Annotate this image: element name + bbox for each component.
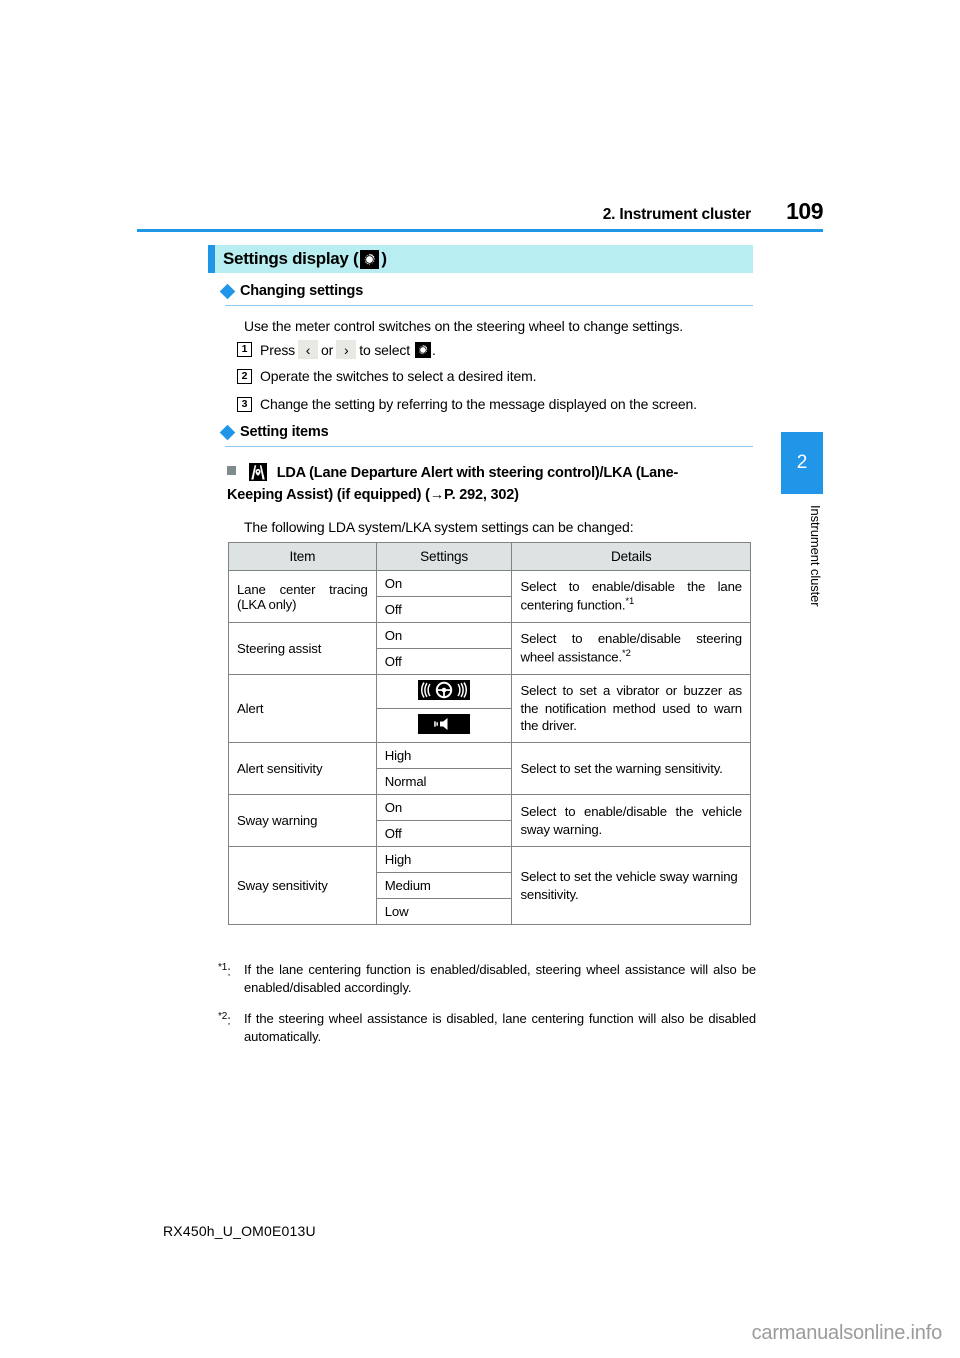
chapter-title: 2. Instrument cluster (602, 206, 751, 223)
step-3-number: 3 (237, 396, 252, 412)
footnote-2-mark: *2: (218, 1011, 231, 1028)
row-detail: Select to set the vehicle sway warning s… (511, 846, 751, 925)
row-item-label: Alert sensitivity (228, 742, 377, 795)
left-arrow-key-icon[interactable]: ‹ (298, 340, 319, 359)
watermark: carmanualsonline.info (751, 1322, 943, 1344)
changing-settings-intro: Use the meter control switches on the st… (244, 318, 683, 334)
table-row: Steering assist On Select to enable/disa… (228, 622, 751, 675)
column-header-settings: Settings (375, 542, 513, 571)
footnote-2: *2: If the steering wheel assistance is … (218, 1010, 756, 1047)
page-number: 109 (786, 198, 823, 224)
lda-settings-table: Item Settings Details Lane center tracin… (228, 542, 751, 925)
subheading-label: Setting items (240, 424, 329, 440)
side-tab-label: Instrument cluster (808, 505, 823, 607)
manual-page: 2. Instrument cluster 109 Settings displ… (0, 0, 960, 1358)
running-head: 2. Instrument cluster 109 (137, 198, 824, 225)
row-setting-value: Off (375, 820, 513, 847)
side-tab-chapter-number: 2 (781, 432, 823, 494)
row-setting-value: On (375, 622, 513, 649)
row-detail-text: Select to set a vibrator or buzzer as th… (520, 682, 742, 734)
table-row: Alert Select to set a vibrator or buzzer… (228, 674, 751, 743)
row-setting-value: High (375, 742, 513, 769)
section-accent-bar (208, 245, 215, 273)
lda-heading-text: LDA (Lane Departure Alert with steering … (227, 465, 679, 504)
row-item-label: Alert (228, 674, 377, 743)
diamond-bullet-icon (219, 283, 236, 299)
side-tab-number: 2 (796, 452, 808, 473)
lda-intro: The following LDA system/LKA system sett… (244, 519, 634, 535)
column-header-details: Details (511, 542, 751, 571)
header-rule (137, 229, 823, 232)
gear-icon (360, 249, 380, 269)
step-1-text-end: . (432, 341, 436, 358)
subheading-label: Changing settings (240, 283, 364, 299)
row-detail-footnote-mark: *2 (622, 648, 631, 660)
footnote-1-mark: *1: (218, 962, 231, 979)
row-detail-footnote-mark: *1 (625, 596, 635, 608)
row-setting-value: Medium (375, 872, 513, 899)
row-setting-value: High (375, 846, 513, 873)
row-setting-value: On (375, 570, 513, 597)
table-row: Alert sensitivity High Select to set the… (228, 742, 751, 795)
row-setting-value: Off (375, 648, 513, 675)
right-arrow-key-icon[interactable]: › (336, 340, 357, 359)
row-detail: Select to enable/disable the lane center… (511, 570, 751, 623)
row-setting-icon-cell (375, 674, 513, 709)
row-detail: Select to set the warning sensitivity. (511, 742, 751, 795)
table-row: Sway warning On Select to enable/disable… (228, 794, 751, 847)
row-setting-value: Off (375, 596, 513, 623)
gear-icon (415, 341, 431, 358)
row-detail-text: Select to enable/disable steering wheel … (520, 631, 742, 665)
row-detail-text: Select to set the vehicle sway warning s… (520, 868, 738, 902)
diamond-bullet-icon (219, 424, 236, 440)
square-bullet-icon (227, 466, 236, 475)
row-item-label: Steering assist (228, 622, 377, 675)
section-title-suffix: ) (381, 249, 387, 268)
row-detail-text: Select to enable/disable the vehicle swa… (520, 803, 742, 837)
row-detail: Select to enable/disable steering wheel … (511, 622, 751, 675)
table-row: Lane center tracing (LKA only) On Select… (228, 570, 751, 623)
footnote-1-text: If the lane centering function is enable… (244, 962, 756, 996)
subheading-setting-items: Setting items (219, 424, 329, 440)
lda-heading: LDA (Lane Departure Alert with steering … (227, 462, 727, 507)
section-title-prefix: Settings display ( (223, 249, 359, 268)
subheading-changing-settings: Changing settings (219, 283, 364, 299)
step-2: 2 Operate the switches to select a desir… (237, 368, 537, 384)
row-item-label: Lane center tracing (LKA only) (228, 570, 377, 623)
table-header-row: Item Settings Details (228, 542, 751, 571)
section-title-band: Settings display ( ) (208, 245, 753, 273)
step-1-text-before: Press (260, 341, 296, 358)
row-detail-text: Select to set the warning sensitivity. (520, 760, 723, 776)
subheading-rule-1 (225, 305, 753, 306)
row-setting-icon-cell (375, 708, 513, 743)
step-3: 3 Change the setting by referring to the… (237, 396, 697, 412)
steering-wheel-vibration-icon (418, 680, 471, 700)
column-header-item: Item (228, 542, 377, 571)
table-row: Sway sensitivity High Select to set the … (228, 846, 751, 925)
row-setting-value: Low (375, 898, 513, 925)
speaker-buzzer-icon (418, 714, 471, 734)
step-1-text-after: to select (359, 341, 410, 358)
row-detail: Select to enable/disable the vehicle swa… (511, 794, 751, 847)
lda-lane-departure-icon (248, 463, 267, 481)
footnote-1: *1: If the lane centering function is en… (218, 961, 756, 998)
document-code: RX450h_U_OM0E013U (163, 1223, 316, 1239)
step-2-text: Operate the switches to select a desired… (260, 368, 537, 384)
row-detail: Select to set a vibrator or buzzer as th… (511, 674, 751, 743)
row-item-label: Sway warning (228, 794, 377, 847)
step-1-number: 1 (237, 342, 252, 357)
step-2-number: 2 (237, 368, 252, 384)
row-setting-value: On (375, 794, 513, 821)
subheading-rule-2 (225, 446, 753, 447)
footnote-2-text: If the steering wheel assistance is disa… (244, 1011, 756, 1045)
step-3-text: Change the setting by referring to the m… (260, 396, 697, 412)
section-title: Settings display ( ) (223, 249, 387, 269)
step-1-conjunction: or (321, 341, 334, 358)
row-setting-value: Normal (375, 768, 513, 795)
row-item-label: Sway sensitivity (228, 846, 377, 925)
step-1: 1 Press ‹ or › to select . (237, 340, 436, 359)
